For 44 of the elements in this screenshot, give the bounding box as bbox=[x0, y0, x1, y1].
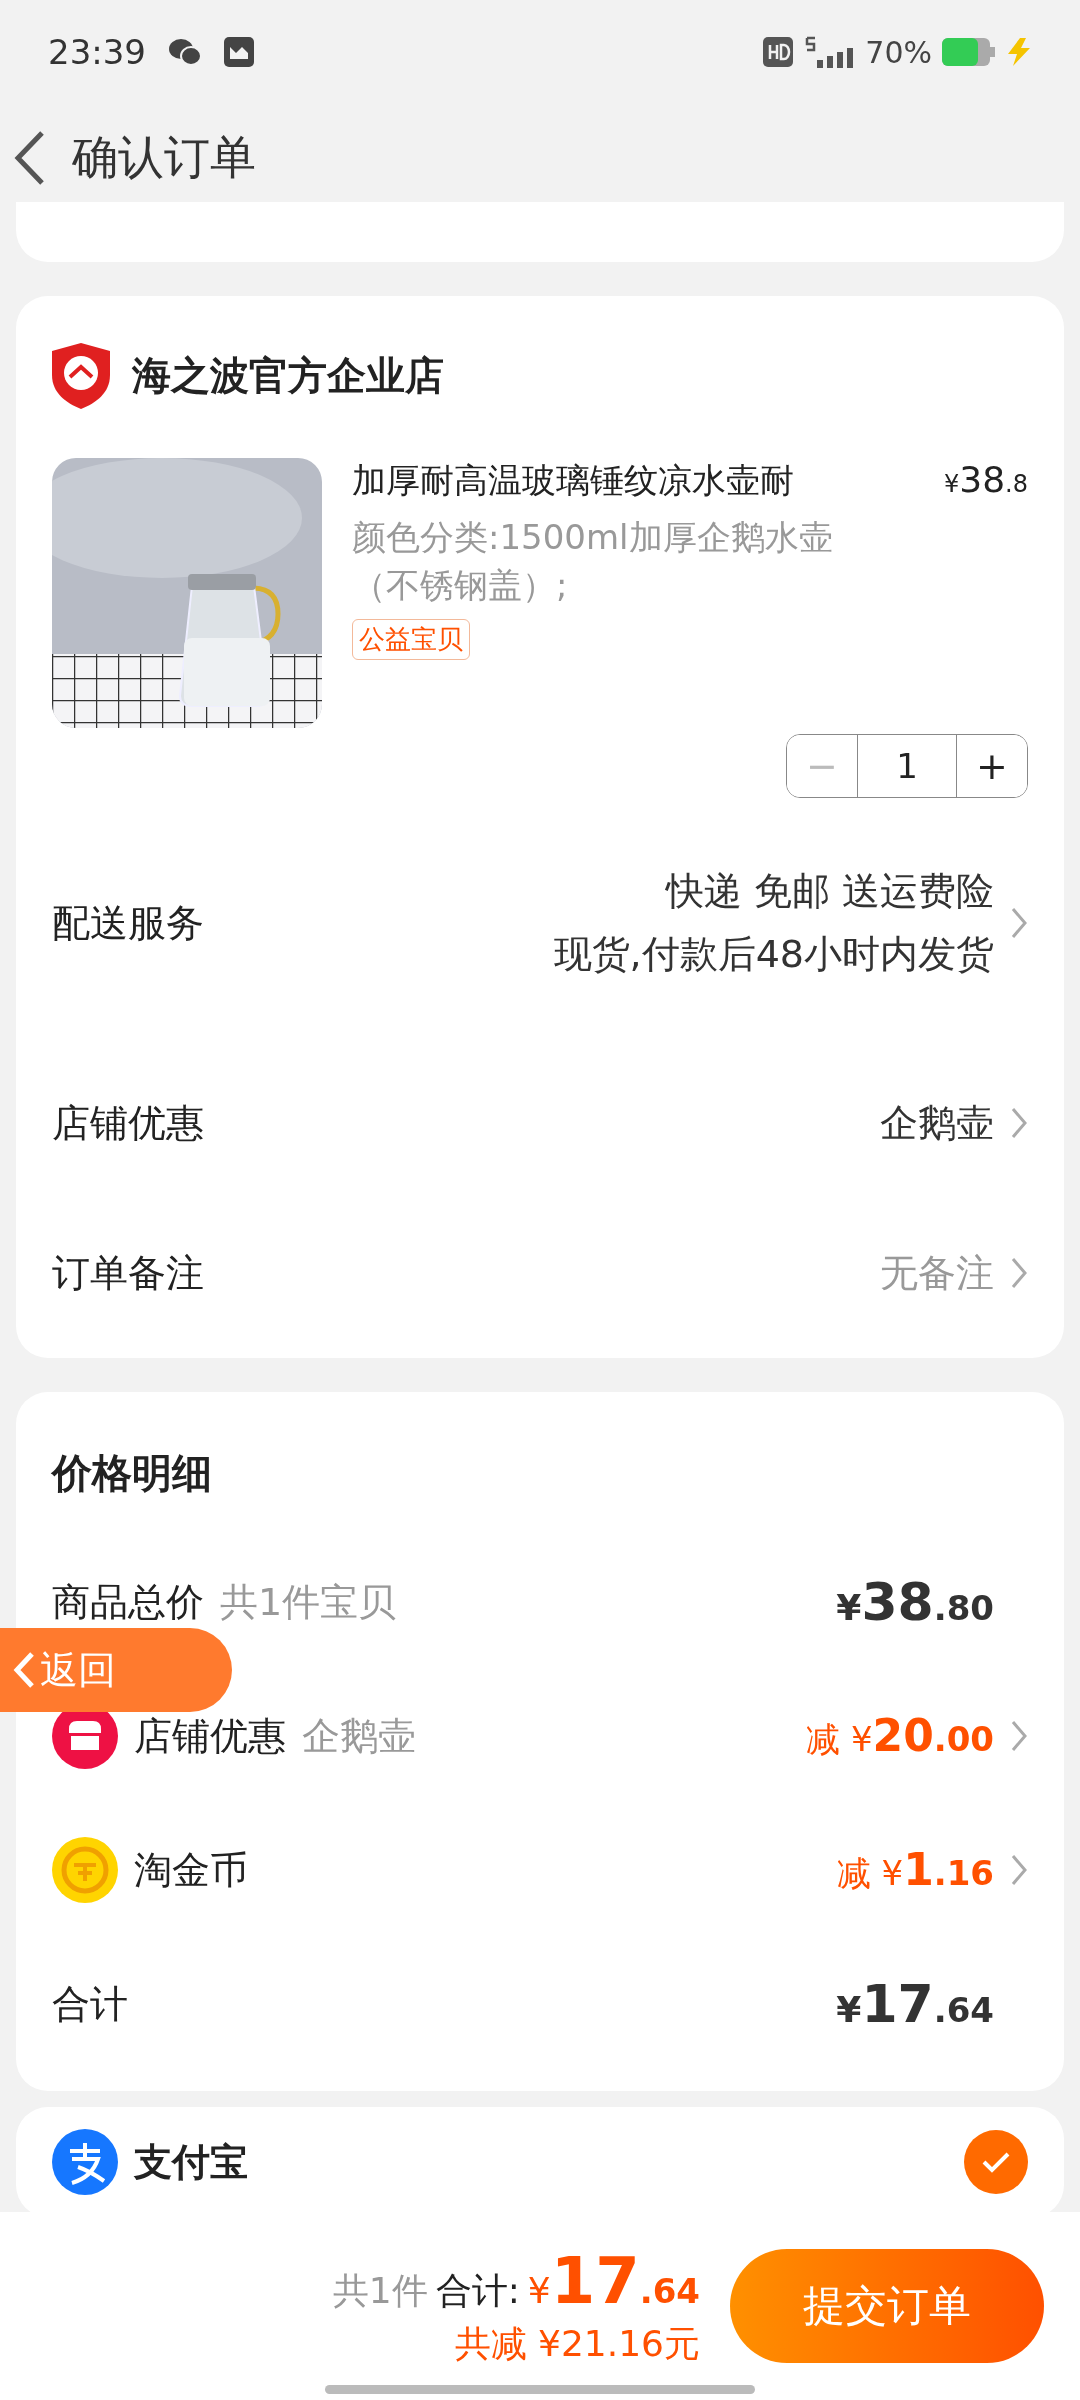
row-note: 企鹅壶 bbox=[302, 1712, 416, 1760]
payment-name: 支付宝 bbox=[134, 2138, 248, 2186]
total-label: 合计: bbox=[435, 2268, 520, 2313]
row-label: 淘金币 bbox=[134, 1846, 248, 1894]
price-amount: 减 ¥20.00 bbox=[806, 1709, 994, 1763]
row-label: 商品总价 bbox=[52, 1578, 204, 1626]
app-icon bbox=[224, 37, 254, 67]
page-title: 确认订单 bbox=[72, 129, 256, 186]
signal-icon bbox=[803, 36, 856, 68]
coin-icon bbox=[52, 1837, 118, 1903]
status-time: 23:39 bbox=[48, 32, 146, 72]
shield-icon bbox=[52, 343, 110, 409]
row-label: 合计 bbox=[52, 1980, 128, 2028]
chevron-icon bbox=[1010, 1106, 1028, 1140]
product-price: ¥38.8 bbox=[944, 459, 1028, 500]
battery-icon bbox=[942, 38, 996, 66]
alipay-icon bbox=[52, 2129, 118, 2195]
charity-tag: 公益宝贝 bbox=[352, 619, 470, 661]
check-icon bbox=[981, 2150, 1011, 2174]
product-title: 加厚耐高温玻璃锤纹凉水壶耐 bbox=[352, 459, 795, 502]
price-amount: ¥38.80 bbox=[836, 1572, 994, 1632]
chat-icon bbox=[168, 37, 202, 67]
store-name: 海之波官方企业店 bbox=[132, 352, 444, 400]
chevron-icon bbox=[1010, 906, 1028, 940]
total-amount: ¥17.64 bbox=[527, 2243, 700, 2318]
saved-amount: 共减 ¥21.16元 bbox=[454, 2321, 700, 2366]
row-value[interactable]: 快递 免邮 送运费险 bbox=[665, 866, 994, 917]
price-amount: ¥17.64 bbox=[836, 1974, 994, 2034]
section-title: 价格明细 bbox=[52, 1449, 212, 1498]
chevron-icon bbox=[12, 1650, 36, 1690]
product-spec: 颜色分类:1500ml加厚企鹅水壶（不锈钢盖）; bbox=[352, 516, 834, 607]
row-label: 配送服务 bbox=[52, 899, 204, 947]
chevron-icon bbox=[1010, 1256, 1028, 1290]
battery-percent: 70% bbox=[865, 34, 932, 70]
row-value[interactable]: 现货,付款后48小时内发货 bbox=[553, 929, 994, 980]
charging-icon bbox=[1006, 38, 1032, 66]
row-note: 共1件宝贝 bbox=[220, 1578, 397, 1626]
row-label: 订单备注 bbox=[52, 1249, 204, 1297]
hd-icon bbox=[763, 37, 794, 67]
price-amount: 减 ¥1.16 bbox=[836, 1843, 994, 1897]
item-count: 共1件 bbox=[332, 2268, 428, 2313]
row-label: 店铺优惠 bbox=[134, 1712, 286, 1760]
row-value[interactable]: 企鹅壶 bbox=[880, 1097, 994, 1149]
row-label: 店铺优惠 bbox=[52, 1099, 204, 1147]
